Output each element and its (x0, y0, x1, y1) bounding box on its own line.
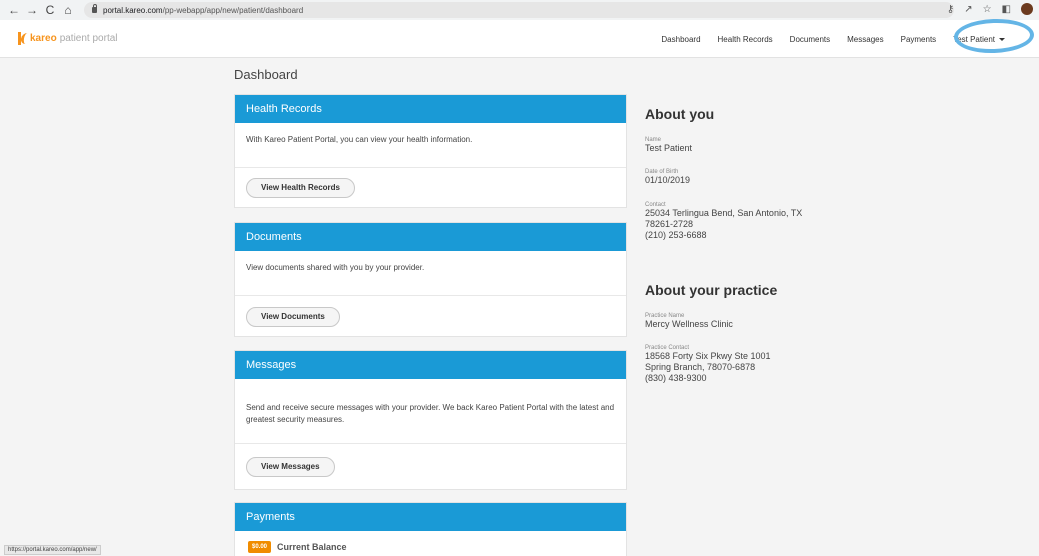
logo-brand: kareo (30, 33, 57, 44)
address-line-2: 78261-2728 (645, 219, 694, 229)
nav-payments[interactable]: Payments (901, 35, 937, 44)
address-line-1: 25034 Terlingua Bend, San Antonio, TX (645, 208, 803, 218)
key-icon[interactable]: ⚷ (947, 4, 954, 15)
card-title: Messages (235, 351, 626, 379)
about-practice-heading: About your practice (645, 282, 778, 298)
health-records-card: Health Records With Kareo Patient Portal… (234, 94, 627, 208)
profile-avatar[interactable] (1021, 3, 1033, 15)
share-icon[interactable]: ↗ (964, 4, 972, 15)
logo-suffix: patient portal (59, 33, 118, 44)
back-arrow-icon[interactable]: ← (6, 3, 22, 17)
practice-contact-field: Practice Contact 18568 Forty Six Pkwy St… (645, 345, 771, 384)
nav-messages[interactable]: Messages (847, 35, 883, 44)
app-header: kareo patient portal Dashboard Health Re… (0, 20, 1039, 58)
star-icon[interactable]: ☆ (983, 4, 992, 15)
view-messages-button[interactable]: View Messages (246, 457, 335, 477)
balance-row: $0.00 Current Balance (235, 531, 626, 553)
nav-dashboard[interactable]: Dashboard (661, 35, 700, 44)
card-title: Payments (235, 503, 626, 531)
practice-address-line-1: 18568 Forty Six Pkwy Ste 1001 (645, 351, 771, 361)
practice-name-field: Practice Name Mercy Wellness Clinic (645, 313, 733, 330)
card-title: Documents (235, 223, 626, 251)
view-health-records-button[interactable]: View Health Records (246, 178, 355, 198)
home-icon[interactable]: ⌂ (60, 3, 76, 17)
practice-name: Mercy Wellness Clinic (645, 319, 733, 329)
messages-card: Messages Send and receive secure message… (234, 350, 627, 490)
card-description: Send and receive secure messages with yo… (235, 379, 626, 444)
browser-toolbar: ← → C ⌂ portal.kareo.com/pp-webapp/app/n… (0, 0, 1039, 20)
kareo-logo[interactable]: kareo patient portal (18, 32, 118, 45)
kareo-logo-mark-icon (18, 32, 28, 45)
forward-arrow-icon[interactable]: → (24, 3, 40, 17)
balance-amount-badge: $0.00 (248, 541, 272, 553)
card-title: Health Records (235, 95, 626, 123)
view-documents-button[interactable]: View Documents (246, 306, 340, 327)
page-title: Dashboard (234, 67, 298, 82)
balance-label: Current Balance (277, 542, 347, 552)
link-status-bar: https://portal.kareo.com/app/new/ (4, 545, 101, 555)
url-host: portal.kareo.com (103, 5, 163, 15)
date-of-birth: 01/10/2019 (645, 175, 691, 185)
nav-health-records[interactable]: Health Records (718, 35, 773, 44)
patient-name: Test Patient (645, 143, 693, 153)
nav-documents[interactable]: Documents (790, 35, 830, 44)
about-you-heading: About you (645, 106, 715, 122)
reload-icon[interactable]: C (42, 3, 58, 17)
sidebar-toggle-icon[interactable]: ◧ (1002, 4, 1011, 15)
url-path: /pp-webapp/app/new/patient/dashboard (162, 5, 304, 15)
card-description: With Kareo Patient Portal, you can view … (235, 123, 626, 168)
card-description: View documents shared with you by your p… (235, 251, 626, 296)
phone: (210) 253-6688 (645, 230, 707, 240)
payments-card: Payments $0.00 Current Balance (234, 502, 627, 556)
documents-card: Documents View documents shared with you… (234, 222, 627, 337)
contact-field: Contact 25034 Terlingua Bend, San Antoni… (645, 202, 802, 241)
address-bar[interactable]: portal.kareo.com/pp-webapp/app/new/patie… (84, 2, 954, 18)
patient-name-field: Name Test Patient (645, 137, 692, 154)
practice-phone: (830) 438-9300 (645, 373, 707, 383)
dob-field: Date of Birth 01/10/2019 (645, 169, 690, 186)
lock-icon (92, 4, 97, 13)
practice-address-line-2: Spring Branch, 78070-6878 (645, 362, 756, 372)
